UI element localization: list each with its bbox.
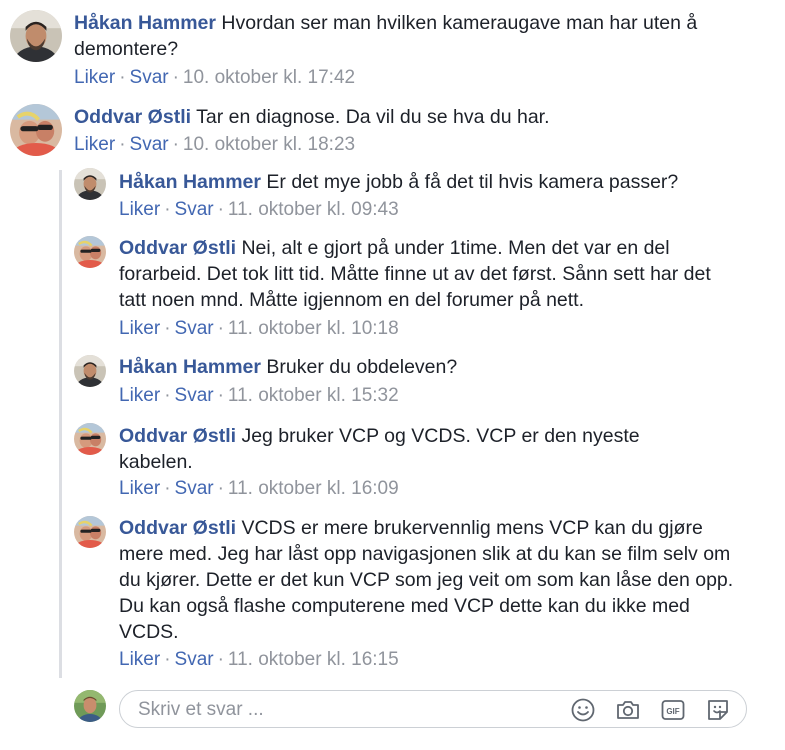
- reply-link[interactable]: Svar: [130, 134, 169, 155]
- separator-dot: ·: [217, 318, 224, 339]
- separator-dot: ·: [164, 649, 171, 670]
- like-link[interactable]: Liker: [119, 385, 160, 406]
- reply-actions: Liker · Svar · 11. oktober kl. 15:32: [119, 384, 399, 408]
- reply-text-block: Oddvar Østli Nei, alt e gjort på under 1…: [119, 235, 739, 313]
- avatar[interactable]: [74, 355, 106, 387]
- reply-link[interactable]: Svar: [175, 199, 214, 220]
- like-link[interactable]: Liker: [74, 67, 115, 88]
- separator-dot: ·: [164, 478, 171, 499]
- reply-actions: Liker · Svar · 11. oktober kl. 09:43: [119, 198, 399, 222]
- reply-text-block: Håkan Hammer Er det mye jobb å få det ti…: [119, 169, 739, 195]
- avatar[interactable]: [10, 104, 62, 156]
- comment-body: Tar en diagnose. Da vil du se hva du har…: [196, 106, 550, 128]
- current-user-avatar[interactable]: [74, 690, 106, 722]
- separator-dot: ·: [217, 478, 224, 499]
- reply-actions: Liker · Svar · 11. oktober kl. 16:09: [119, 477, 399, 501]
- separator-dot: ·: [119, 134, 126, 155]
- reply-author[interactable]: Oddvar Østli: [119, 425, 236, 447]
- comment-timestamp[interactable]: 10. oktober kl. 17:42: [183, 67, 355, 88]
- separator-dot: ·: [217, 199, 224, 220]
- like-link[interactable]: Liker: [119, 478, 160, 499]
- separator-dot: ·: [217, 649, 224, 670]
- comment-timestamp[interactable]: 10. oktober kl. 18:23: [183, 134, 355, 155]
- separator-dot: ·: [164, 318, 171, 339]
- reply-actions: Liker · Svar · 11. oktober kl. 10:18: [119, 317, 399, 341]
- reply-text-block: Håkan Hammer Bruker du obdeleven?: [119, 354, 739, 380]
- reply-link[interactable]: Svar: [175, 318, 214, 339]
- sticker-icon[interactable]: [705, 697, 731, 723]
- reply-timestamp[interactable]: 11. oktober kl. 09:43: [228, 199, 399, 220]
- separator-dot: ·: [172, 67, 179, 88]
- reply-text-block: Oddvar Østli Jeg bruker VCP og VCDS. VCP…: [119, 423, 679, 475]
- separator-dot: ·: [164, 199, 171, 220]
- reply-author[interactable]: Håkan Hammer: [119, 356, 261, 378]
- reply-timestamp[interactable]: 11. oktober kl. 16:09: [228, 478, 399, 499]
- avatar[interactable]: [74, 236, 106, 268]
- reply-timestamp[interactable]: 11. oktober kl. 16:15: [228, 649, 399, 670]
- thread-line: [59, 170, 62, 678]
- comment-actions: Liker · Svar · 10. oktober kl. 17:42: [74, 66, 355, 90]
- comment-actions: Liker · Svar · 10. oktober kl. 18:23: [74, 133, 355, 157]
- like-link[interactable]: Liker: [119, 649, 160, 670]
- reply-author[interactable]: Håkan Hammer: [119, 171, 261, 193]
- reply-timestamp[interactable]: 11. oktober kl. 10:18: [228, 318, 399, 339]
- reply-link[interactable]: Svar: [175, 478, 214, 499]
- like-link[interactable]: Liker: [119, 318, 160, 339]
- comment-author[interactable]: Oddvar Østli: [74, 106, 191, 128]
- reply-input[interactable]: [138, 697, 558, 723]
- svg-text:GIF: GIF: [666, 707, 679, 716]
- separator-dot: ·: [217, 385, 224, 406]
- avatar[interactable]: [74, 516, 106, 548]
- avatar[interactable]: [10, 10, 62, 62]
- separator-dot: ·: [119, 67, 126, 88]
- avatar[interactable]: [74, 168, 106, 200]
- camera-icon[interactable]: [615, 697, 641, 723]
- avatar[interactable]: [74, 423, 106, 455]
- reply-link[interactable]: Svar: [130, 67, 169, 88]
- reply-timestamp[interactable]: 11. oktober kl. 15:32: [228, 385, 399, 406]
- reply-body: Er det mye jobb å få det til hvis kamera…: [266, 171, 679, 193]
- reply-link[interactable]: Svar: [175, 649, 214, 670]
- like-link[interactable]: Liker: [119, 199, 160, 220]
- separator-dot: ·: [172, 134, 179, 155]
- comment-text-block: Håkan Hammer Hvordan ser man hvilken kam…: [74, 10, 764, 62]
- reply-actions: Liker · Svar · 11. oktober kl. 16:15: [119, 648, 399, 672]
- like-link[interactable]: Liker: [74, 134, 115, 155]
- reply-author[interactable]: Oddvar Østli: [119, 237, 236, 259]
- separator-dot: ·: [164, 385, 171, 406]
- comment-text-block: Oddvar Østli Tar en diagnose. Da vil du …: [74, 104, 764, 130]
- comment-author[interactable]: Håkan Hammer: [74, 12, 216, 34]
- emoji-icon[interactable]: [570, 697, 596, 723]
- reply-text-block: Oddvar Østli VCDS er mere brukervennlig …: [119, 515, 739, 645]
- gif-icon[interactable]: GIF: [660, 697, 686, 723]
- reply-body: Bruker du obdeleven?: [266, 356, 458, 378]
- reply-composer[interactable]: GIF: [119, 690, 747, 728]
- reply-author[interactable]: Oddvar Østli: [119, 517, 236, 539]
- reply-link[interactable]: Svar: [175, 385, 214, 406]
